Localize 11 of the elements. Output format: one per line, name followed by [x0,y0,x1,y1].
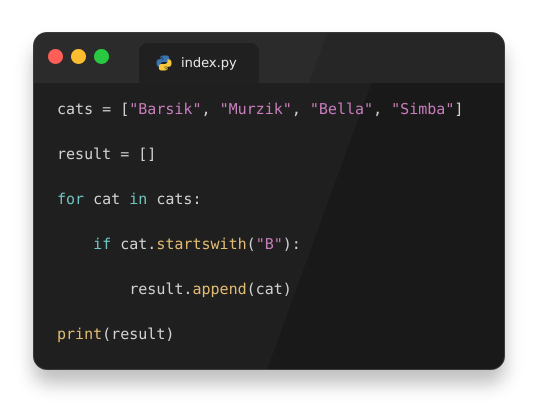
zoom-button[interactable] [94,48,109,64]
close-button[interactable] [48,48,63,64]
code-line: for cat in cats: [57,189,202,209]
file-tab[interactable]: index.py [139,43,259,83]
code-line: result.append(cat) [128,279,292,299]
code-line: if cat.startswith("B"): [92,234,301,254]
code-line: print(result) [57,324,174,344]
code-line: cats = ["Barsik", "Murzik", "Bella", "Simba"] [57,99,464,119]
python-logo-icon [156,55,172,71]
minimize-button[interactable] [71,48,86,64]
code-line: result = [] [57,144,156,164]
